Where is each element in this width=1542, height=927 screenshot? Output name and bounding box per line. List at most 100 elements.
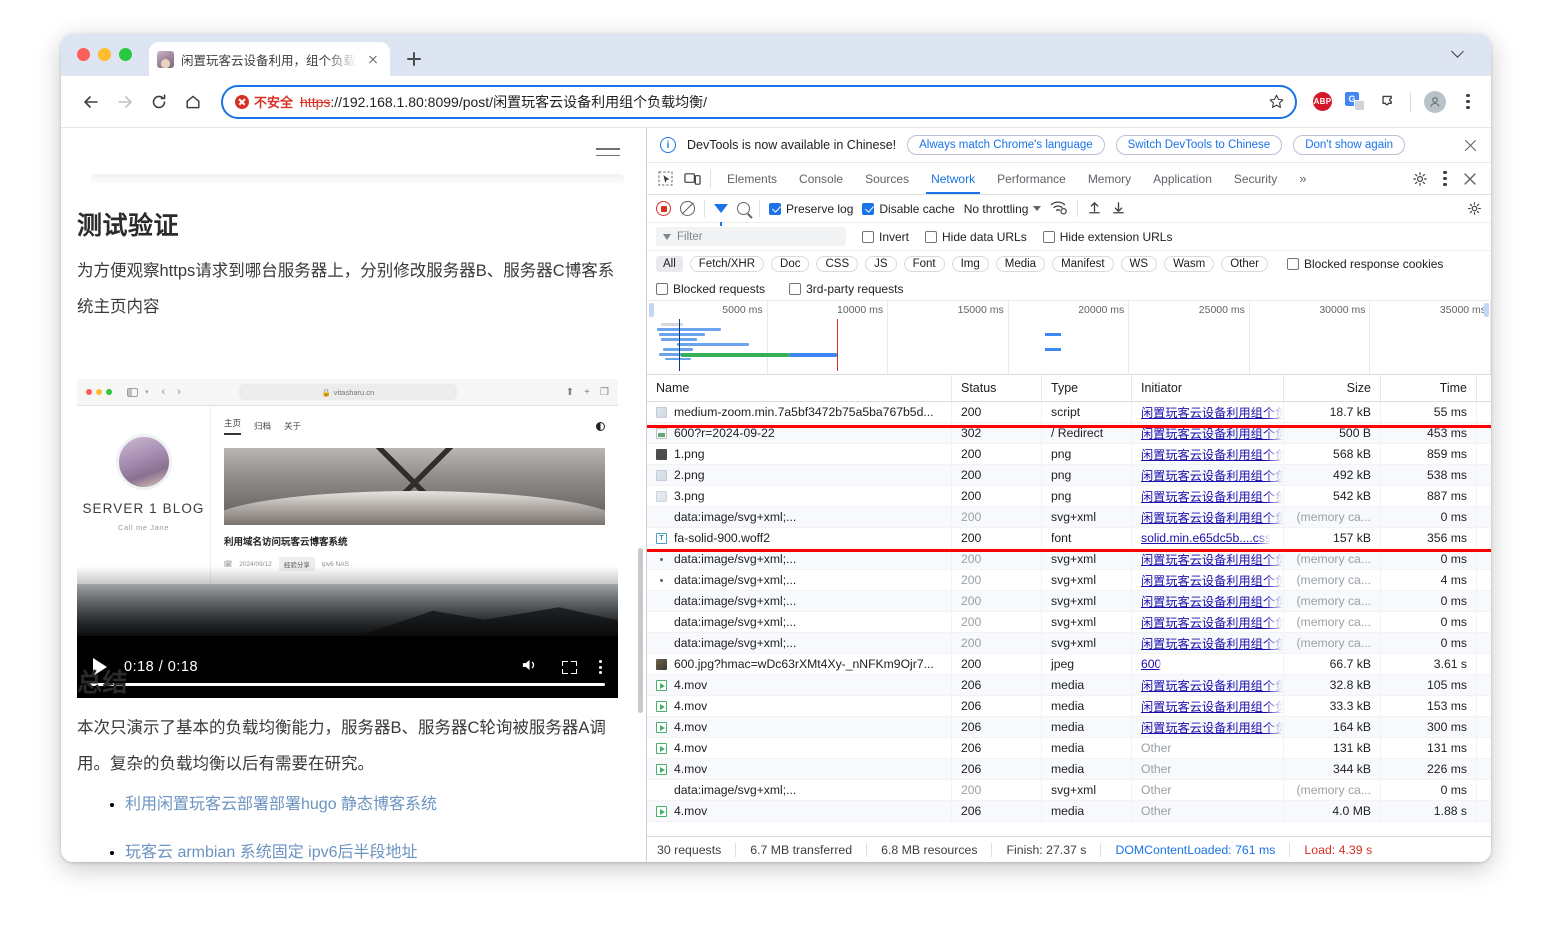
tab-performance[interactable]: Performance bbox=[986, 163, 1077, 194]
tab-application[interactable]: Application bbox=[1142, 163, 1223, 194]
initiator-link[interactable]: 闲置玩客云设备利用组个负 bbox=[1141, 634, 1283, 652]
type-filter-js[interactable]: JS bbox=[865, 256, 897, 272]
close-icon[interactable] bbox=[1457, 172, 1483, 186]
initiator-link[interactable]: 600 bbox=[1141, 657, 1161, 671]
page-link[interactable]: 利用闲置玩客云部署部署hugo 静态博客系统 bbox=[125, 796, 437, 813]
tab-sources[interactable]: Sources bbox=[854, 163, 920, 194]
network-conditions-icon[interactable] bbox=[1050, 199, 1068, 218]
hamburger-menu-icon[interactable] bbox=[596, 143, 620, 161]
forward-arrow-icon[interactable] bbox=[109, 86, 141, 118]
initiator-link[interactable]: 闲置玩客云设备利用组个负 bbox=[1141, 466, 1283, 484]
type-filter-css[interactable]: CSS bbox=[816, 256, 859, 272]
tab-elements[interactable]: Elements bbox=[716, 163, 788, 194]
table-row[interactable]: medium-zoom.min.7a5bf3472b75a5ba767b5d..… bbox=[647, 402, 1491, 423]
window-traffic-lights[interactable] bbox=[77, 48, 132, 61]
switch-devtools-language-button[interactable]: Switch DevTools to Chinese bbox=[1115, 135, 1283, 155]
table-row[interactable]: 1.png 200 png 闲置玩客云设备利用组个负 568 kB 859 ms bbox=[647, 444, 1491, 465]
table-row[interactable]: 600?r=2024-09-22 302/ Redirect 闲置玩客云设备利用组个… bbox=[647, 423, 1491, 444]
fullscreen-icon[interactable] bbox=[562, 660, 577, 674]
table-row[interactable]: data:image/svg+xml;... 200 svg+xml Other (me… bbox=[647, 780, 1491, 801]
table-row[interactable]: Tfa-solid-900.woff2 200 font solid.min.e65d… bbox=[647, 528, 1491, 549]
type-filter-manifest[interactable]: Manifest bbox=[1052, 256, 1114, 272]
browser-tab[interactable]: 闲置玩客云设备利用，组个负载均衡 bbox=[149, 42, 390, 76]
type-filter-img[interactable]: Img bbox=[951, 256, 989, 272]
record-stop-icon[interactable] bbox=[656, 201, 671, 216]
hide-data-urls-toggle[interactable]: Hide data URLs bbox=[925, 230, 1027, 244]
home-icon[interactable] bbox=[177, 86, 209, 118]
initiator-link[interactable]: 闲置玩客云设备利用组个负 bbox=[1141, 508, 1283, 526]
star-icon[interactable] bbox=[1263, 89, 1289, 115]
export-har-icon[interactable] bbox=[1111, 200, 1126, 218]
blocked-response-cookies-checkbox[interactable] bbox=[1287, 258, 1299, 270]
table-row[interactable]: data:image/svg+xml;... 200 svg+xml 闲置玩客云设备利… bbox=[647, 570, 1491, 591]
gear-icon[interactable] bbox=[1467, 201, 1482, 216]
address-bar[interactable]: 不安全 https://192.168.1.80:8099/post/闲置玩客云… bbox=[221, 84, 1297, 119]
three-dot-menu-icon[interactable] bbox=[1459, 92, 1477, 112]
more-tabs-icon[interactable]: » bbox=[1288, 163, 1315, 194]
blocked-requests-checkbox[interactable] bbox=[656, 282, 668, 295]
blocked-requests-toggle[interactable]: Blocked requests bbox=[656, 282, 765, 296]
initiator-link[interactable]: 闲置玩客云设备利用组个负 bbox=[1141, 445, 1283, 463]
table-row[interactable]: 4.mov 206 media 闲置玩客云设备利用组个负 32.8 kB 105 ms bbox=[647, 675, 1491, 696]
import-har-icon[interactable] bbox=[1087, 200, 1102, 218]
network-overview-timeline[interactable]: 5000 ms 10000 ms 15000 ms 20000 ms 25000… bbox=[647, 301, 1491, 375]
device-toolbar-icon[interactable] bbox=[679, 163, 705, 194]
video-controls[interactable]: 0:18 / 0:18 bbox=[77, 636, 618, 698]
search-icon[interactable] bbox=[737, 202, 750, 215]
tab-security[interactable]: Security bbox=[1223, 163, 1288, 194]
type-filter-fetch-xhr[interactable]: Fetch/XHR bbox=[689, 256, 765, 272]
table-row[interactable]: 4.mov 206 media 闲置玩客云设备利用组个负 33.3 kB 153 ms bbox=[647, 696, 1491, 717]
initiator-link[interactable]: 闲置玩客云设备利用组个负 bbox=[1141, 571, 1283, 589]
video-progress-bar[interactable] bbox=[90, 682, 605, 686]
tab-network[interactable]: Network bbox=[920, 163, 986, 194]
minimize-window-button[interactable] bbox=[98, 48, 111, 61]
initiator-link[interactable]: 闲置玩客云设备利用组个负 bbox=[1141, 403, 1283, 421]
gear-icon[interactable] bbox=[1407, 171, 1433, 187]
adblock-plus-icon[interactable]: ABP bbox=[1313, 92, 1332, 111]
column-header-initiator[interactable]: Initiator bbox=[1132, 375, 1284, 401]
table-row[interactable]: 600.jpg?hmac=wDc63rXMt4Xy-_nNFKm9Ojr7...… bbox=[647, 654, 1491, 675]
security-indicator[interactable]: 不安全 bbox=[235, 92, 293, 111]
inspect-element-icon[interactable] bbox=[653, 163, 679, 194]
overview-right-handle[interactable] bbox=[1484, 303, 1489, 317]
table-row[interactable]: data:image/svg+xml;... 200 svg+xml 闲置玩客云设备利… bbox=[647, 507, 1491, 528]
chevron-down-icon[interactable] bbox=[1451, 45, 1469, 63]
embedded-video-player[interactable]: ▾ ‹ › 🔒 vitasharu.cn ⬆ + ❐ SERVER 1 BLOG… bbox=[77, 379, 618, 698]
always-match-language-button[interactable]: Always match Chrome's language bbox=[907, 135, 1105, 155]
clear-icon[interactable] bbox=[680, 201, 695, 216]
initiator-link[interactable]: 闲置玩客云设备利用组个负 bbox=[1141, 487, 1283, 505]
initiator-link[interactable]: 闲置玩客云设备利用组个负 bbox=[1141, 718, 1283, 736]
volume-icon[interactable] bbox=[521, 657, 540, 678]
column-header-size[interactable]: Size bbox=[1284, 375, 1381, 401]
initiator-link[interactable]: 闲置玩客云设备利用组个负 bbox=[1141, 424, 1283, 442]
column-header-status[interactable]: Status bbox=[952, 375, 1042, 401]
search-input[interactable]: Filter bbox=[656, 227, 846, 246]
close-icon[interactable] bbox=[364, 50, 382, 68]
type-filter-all[interactable]: All bbox=[656, 256, 683, 272]
page-link[interactable]: 玩客云 armbian 系统固定 ipv6后半段地址 bbox=[125, 844, 418, 861]
table-row[interactable]: data:image/svg+xml;... 200 svg+xml 闲置玩客云设备利… bbox=[647, 591, 1491, 612]
invert-toggle[interactable]: Invert bbox=[862, 230, 909, 244]
table-row[interactable]: 2.png 200 png 闲置玩客云设备利用组个负 492 kB 538 ms bbox=[647, 465, 1491, 486]
throttling-select[interactable]: No throttling bbox=[964, 202, 1042, 216]
type-filter-other[interactable]: Other bbox=[1221, 256, 1268, 272]
table-row[interactable]: 4.mov 206 media 闲置玩客云设备利用组个负 164 kB 300 ms bbox=[647, 717, 1491, 738]
back-arrow-icon[interactable] bbox=[75, 86, 107, 118]
preserve-log-checkbox[interactable] bbox=[769, 202, 781, 215]
column-header-time[interactable]: Time bbox=[1381, 375, 1477, 401]
third-party-requests-checkbox[interactable] bbox=[789, 282, 802, 295]
initiator-link[interactable]: 闲置玩客云设备利用组个负 bbox=[1141, 613, 1283, 631]
table-row[interactable]: data:image/svg+xml;... 200 svg+xml 闲置玩客云设备利… bbox=[647, 549, 1491, 570]
reload-icon[interactable] bbox=[143, 86, 175, 118]
profile-avatar[interactable] bbox=[1424, 90, 1446, 113]
third-party-requests-toggle[interactable]: 3rd-party requests bbox=[789, 282, 903, 296]
extensions-puzzle-icon[interactable] bbox=[1378, 92, 1397, 111]
preserve-log-toggle[interactable]: Preserve log bbox=[769, 202, 853, 216]
initiator-link[interactable]: 闲置玩客云设备利用组个负 bbox=[1141, 592, 1283, 610]
table-row[interactable]: 4.mov 206 media Other 4.0 MB 1.88 s bbox=[647, 801, 1491, 822]
page-scrollbar[interactable] bbox=[638, 548, 643, 713]
initiator-link[interactable]: 闲置玩客云设备利用组个负 bbox=[1141, 676, 1283, 694]
close-window-button[interactable] bbox=[77, 48, 90, 61]
type-filter-font[interactable]: Font bbox=[903, 256, 945, 272]
disable-cache-checkbox[interactable] bbox=[862, 202, 875, 215]
